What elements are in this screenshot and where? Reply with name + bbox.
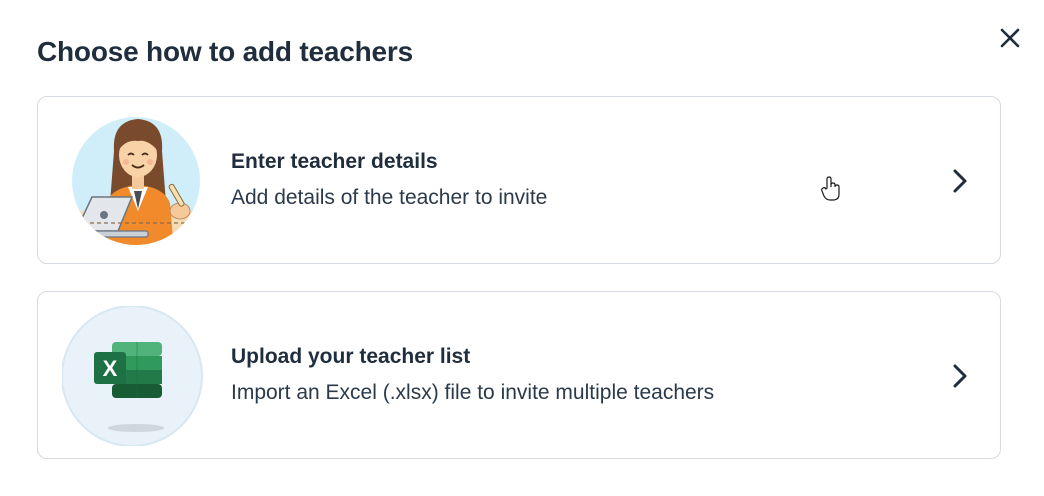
teacher-illustration	[62, 111, 206, 251]
option-description: Add details of the teacher to invite	[231, 186, 548, 209]
chevron-right-icon	[950, 168, 970, 194]
close-button[interactable]	[996, 24, 1024, 52]
option-title: Upload your teacher list	[231, 345, 471, 368]
option-text: Enter teacher details Add details of the…	[231, 148, 547, 212]
option-text: Upload your teacher list Import an Excel…	[231, 343, 714, 407]
option-description: Import an Excel (.xlsx) file to invite m…	[231, 381, 715, 404]
option-enter-teacher-details[interactable]: Enter teacher details Add details of the…	[37, 96, 1001, 264]
dialog-title: Choose how to add teachers	[37, 36, 413, 67]
excel-icon: X	[61, 305, 206, 447]
chevron-right-icon	[950, 363, 970, 389]
option-title: Enter teacher details	[231, 150, 438, 173]
add-teachers-dialog: Choose how to add teachers Enter teacher…	[0, 0, 1044, 496]
svg-text:X: X	[103, 356, 118, 381]
option-upload-teacher-list[interactable]: X Upload your teacher list Import an Exc…	[37, 291, 1001, 459]
close-icon	[1000, 28, 1020, 48]
